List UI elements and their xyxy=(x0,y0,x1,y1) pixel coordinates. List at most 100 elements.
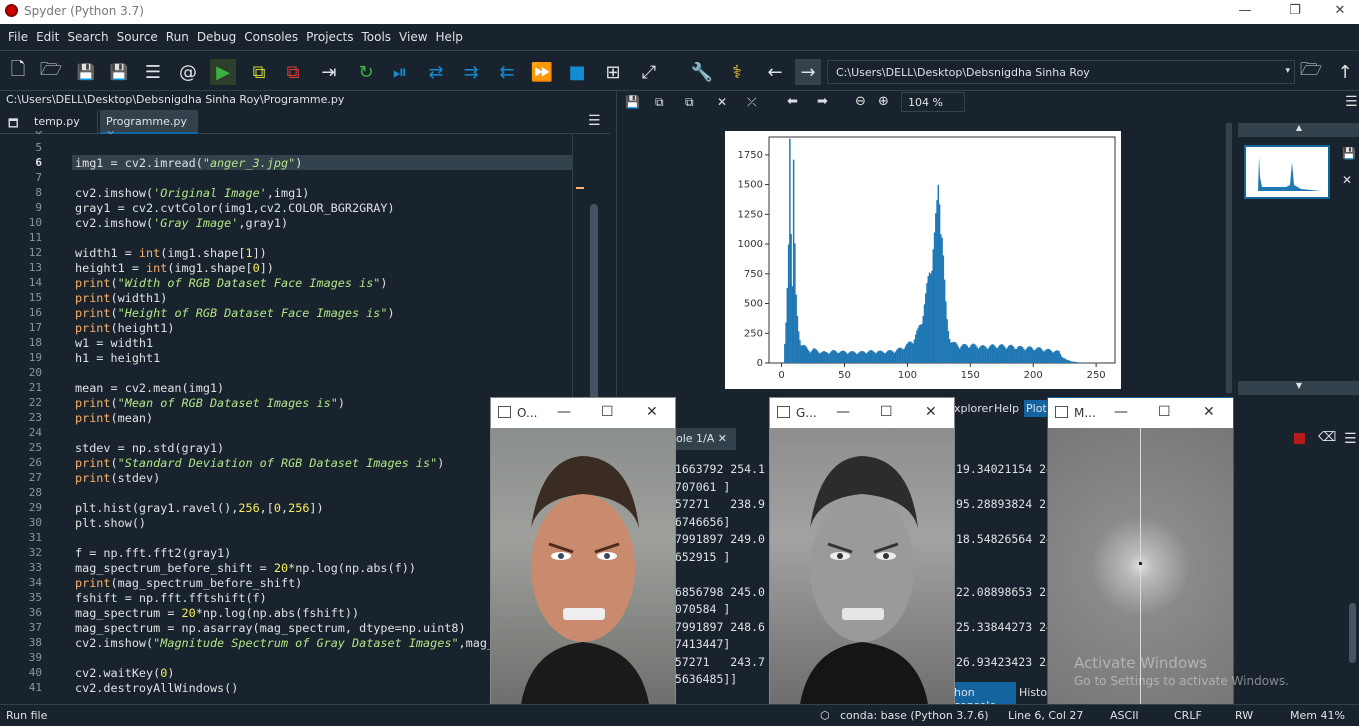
copy-plot-icon[interactable]: ⧉ xyxy=(685,95,694,110)
code-line[interactable]: print(mean) xyxy=(75,411,153,425)
rerun-icon[interactable]: ↻ xyxy=(353,59,379,85)
interrupt-kernel-icon[interactable] xyxy=(1294,433,1305,444)
plot-scrollbar[interactable] xyxy=(1226,123,1232,393)
menu-view[interactable]: View xyxy=(395,24,431,44)
close-thumbnail-icon[interactable]: ✕ xyxy=(1342,173,1352,187)
close-icon[interactable]: ✕ xyxy=(1325,3,1355,18)
menu-consoles[interactable]: Consoles xyxy=(240,24,302,44)
parent-dir-icon[interactable]: ↑ xyxy=(1332,59,1358,85)
next-plot-icon[interactable]: ➡ xyxy=(817,94,828,109)
save-icon[interactable]: 💾 xyxy=(73,59,99,85)
fullscreen-icon[interactable]: ⤢ xyxy=(636,59,662,85)
code-line[interactable]: h1 = height1 xyxy=(75,351,160,365)
code-line[interactable]: print("Height of RGB Dataset Face Images… xyxy=(75,306,395,320)
run-icon[interactable]: ▶ xyxy=(210,59,236,85)
code-line[interactable]: cv2.destroyAllWindows() xyxy=(75,681,238,695)
code-line[interactable]: mag_spectrum_before_shift = 20*np.log(np… xyxy=(75,561,416,575)
code-line[interactable]: mag_spectrum = 20*np.log(np.abs(fshift)) xyxy=(75,606,359,620)
code-line[interactable]: width1 = int(img1.shape[1]) xyxy=(75,246,267,260)
minimize-icon[interactable]: — xyxy=(836,404,850,420)
run-cell-advance-icon[interactable]: ⧉ xyxy=(280,59,306,85)
list-icon[interactable]: ☰ xyxy=(140,59,166,85)
new-file-icon[interactable]: 🗋 xyxy=(5,59,31,85)
debug-icon[interactable]: ⏯ xyxy=(387,59,413,85)
code-line[interactable]: cv2.imshow('Original Image',img1) xyxy=(75,186,309,200)
python-path-icon[interactable]: ⚕ xyxy=(724,59,750,85)
menu-run[interactable]: Run xyxy=(162,24,193,44)
code-line[interactable]: print("Width of RGB Dataset Face Images … xyxy=(75,276,388,290)
tab-temp[interactable]: temp.py ✕ xyxy=(28,110,98,141)
continue-icon[interactable]: ⏩ xyxy=(529,59,555,85)
plots-options-icon[interactable]: ☰ xyxy=(1345,94,1358,110)
code-line[interactable]: print("Mean of RGB Dataset Images is") xyxy=(75,396,345,410)
thumbnail-scroll-up[interactable]: ▲ xyxy=(1238,123,1359,137)
code-line[interactable]: plt.show() xyxy=(75,516,146,530)
code-line[interactable]: print("Standard Deviation of RGB Dataset… xyxy=(75,456,444,470)
gray-image-window[interactable]: G... — ☐ ✕ xyxy=(769,397,955,705)
menu-source[interactable]: Source xyxy=(113,24,162,44)
step-icon[interactable]: ⇄ xyxy=(423,59,449,85)
code-line[interactable]: cv2.imshow('Gray Image',gray1) xyxy=(75,216,288,230)
code-line[interactable]: print(stdev) xyxy=(75,471,160,485)
code-line[interactable]: fshift = np.fft.fftshift(f) xyxy=(75,591,267,605)
maximize-pane-icon[interactable]: ⊞ xyxy=(600,59,626,85)
tab-programme[interactable]: Programme.py ✕ xyxy=(100,110,198,141)
zoom-input[interactable]: 104 % xyxy=(901,92,965,112)
console-options-icon[interactable]: ☰ xyxy=(1344,431,1357,447)
tab-help[interactable]: Help xyxy=(994,402,1019,415)
code-line[interactable]: mean = cv2.mean(img1) xyxy=(75,381,224,395)
browse-folder-icon[interactable]: 🗁 xyxy=(1298,59,1324,85)
open-file-icon[interactable]: 🗁 xyxy=(38,59,64,85)
maximize-icon[interactable]: ☐ xyxy=(1158,404,1171,420)
remove-plot-icon[interactable]: ✕ xyxy=(717,95,727,109)
code-line[interactable]: f = np.fft.fft2(gray1) xyxy=(75,546,231,560)
maximize-icon[interactable]: ❐ xyxy=(1280,3,1310,18)
options-menu-icon[interactable]: ☰ xyxy=(588,113,601,129)
code-line[interactable]: img1 = cv2.imread("anger_3.jpg") xyxy=(75,156,302,170)
clear-console-icon[interactable]: ⌫ xyxy=(1318,430,1336,445)
thumbnail-scroll-down[interactable]: ▼ xyxy=(1238,381,1359,395)
menu-help[interactable]: Help xyxy=(432,24,467,44)
minimize-icon[interactable]: — xyxy=(1230,3,1260,18)
close-icon[interactable]: ✕ xyxy=(1203,404,1215,420)
code-line[interactable]: cv2.waitKey(0) xyxy=(75,666,174,680)
remove-all-plots-icon[interactable]: ⤫ xyxy=(747,95,757,110)
console-tab[interactable]: ole 1/A ✕ xyxy=(672,428,736,450)
close-icon[interactable]: ✕ xyxy=(925,404,937,420)
menu-projects[interactable]: Projects xyxy=(302,24,357,44)
code-line[interactable]: print(height1) xyxy=(75,321,174,335)
stop-debug-icon[interactable]: ■ xyxy=(564,59,590,85)
maximize-icon[interactable]: ☐ xyxy=(880,404,893,420)
preferences-wrench-icon[interactable]: 🔧 xyxy=(689,59,715,85)
save-all-icon[interactable]: 💾 xyxy=(106,59,132,85)
run-cell-icon[interactable]: ⧉ xyxy=(246,59,272,85)
menu-search[interactable]: Search xyxy=(63,24,112,44)
original-image-window[interactable]: O... — ☐ ✕ xyxy=(490,397,676,705)
chevron-down-icon[interactable]: ▾ xyxy=(1285,66,1290,76)
run-selection-icon[interactable]: ⇥ xyxy=(316,59,342,85)
editor-scrollbar[interactable] xyxy=(590,204,598,404)
code-line[interactable]: gray1 = cv2.cvtColor(img1,cv2.COLOR_BGR2… xyxy=(75,201,395,215)
code-line[interactable]: height1 = int(img1.shape[0]) xyxy=(75,261,274,275)
save-thumbnail-icon[interactable]: 💾 xyxy=(1342,147,1356,160)
browse-tabs-icon[interactable]: 🗖 xyxy=(8,115,18,134)
menu-tools[interactable]: Tools xyxy=(357,24,395,44)
step-return-icon[interactable]: ⇇ xyxy=(494,59,520,85)
menu-edit[interactable]: Edit xyxy=(32,24,63,44)
back-arrow-icon[interactable]: ← xyxy=(762,59,788,85)
zoom-in-icon[interactable]: ⊕ xyxy=(878,94,889,109)
code-line[interactable]: print(width1) xyxy=(75,291,167,305)
minimize-icon[interactable]: — xyxy=(1114,404,1128,420)
minimize-icon[interactable]: — xyxy=(557,404,571,420)
tab-close-icon[interactable]: ✕ xyxy=(718,432,727,445)
window-header[interactable]: G... — ☐ ✕ xyxy=(770,398,954,428)
plot-thumbnail[interactable] xyxy=(1244,145,1330,199)
console-bottom-tab[interactable]: hon console xyxy=(950,682,1016,712)
menu-debug[interactable]: Debug xyxy=(193,24,240,44)
previous-plot-icon[interactable]: ⬅ xyxy=(787,94,798,109)
window-header[interactable]: M... — ☐ ✕ xyxy=(1048,398,1233,428)
at-icon[interactable]: @ xyxy=(175,59,201,85)
code-line[interactable]: stdev = np.std(gray1) xyxy=(75,441,224,455)
code-line[interactable]: cv2.imshow("Magnitude Spectrum of Gray D… xyxy=(75,636,494,650)
save-plot-icon[interactable]: 💾 xyxy=(625,95,640,109)
